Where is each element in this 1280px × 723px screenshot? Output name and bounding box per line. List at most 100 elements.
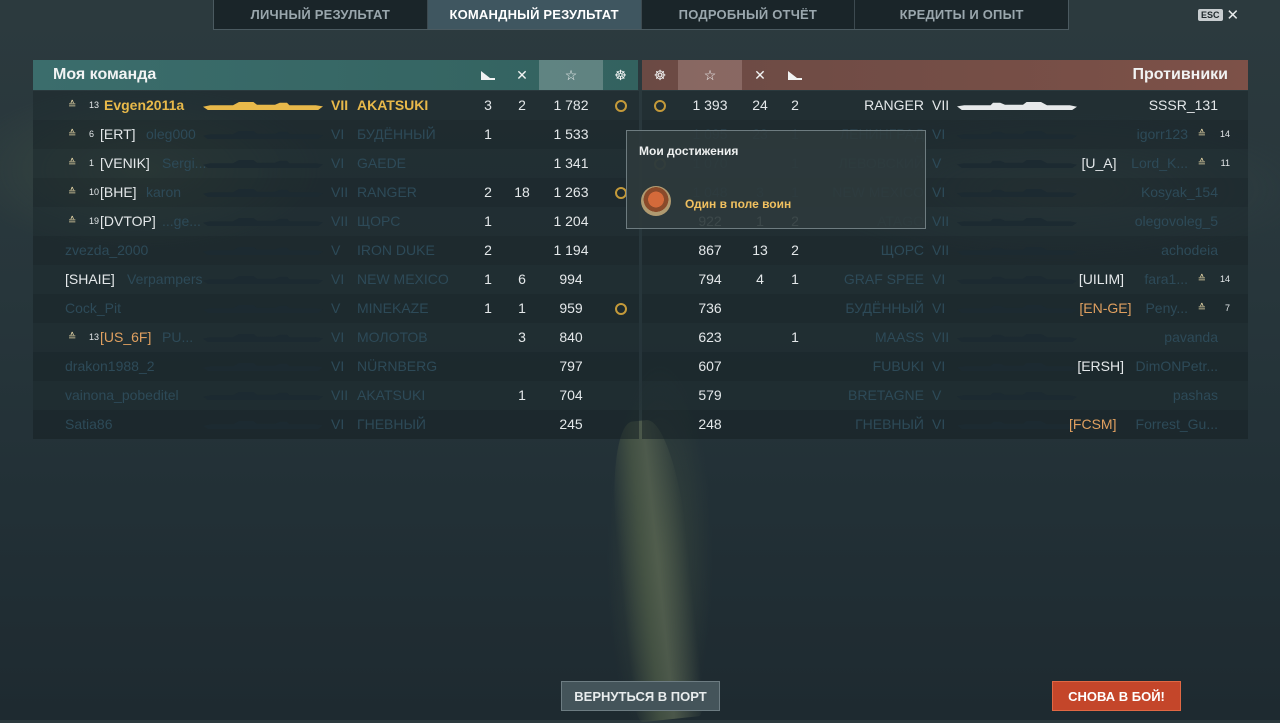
ship-sunk-icon[interactable] [778, 60, 812, 90]
ship-silhouette-icon [203, 305, 323, 313]
ship-name: RANGER [357, 184, 417, 200]
base-xp: 736 [698, 300, 722, 316]
my-team-header: Моя команда ✕ ☆ ☸ [33, 60, 638, 90]
base-xp: 1 263 [553, 184, 589, 200]
enemy-player-row[interactable]: 623 1 MAASS VII pavanda [642, 323, 1248, 352]
ships-sunk-count: 2 [484, 242, 492, 258]
enemy-player-row[interactable]: 1 393 24 2 RANGER VII SSSR_131 [642, 91, 1248, 120]
player-name: olegovoleg_5 [1134, 213, 1218, 229]
player-row[interactable]: Satia86 VI ГНЕВНЫЙ 245 [33, 410, 639, 439]
tab-detailed-report[interactable]: ПОДРОБНЫЙ ОТЧЁТ [642, 0, 856, 29]
tab-credits-xp[interactable]: КРЕДИТЫ И ОПЫТ [855, 0, 1068, 29]
base-xp: 1 194 [553, 242, 589, 258]
ship-name: MINEKAZE [357, 300, 429, 316]
rank-chevron-icon: ≙ [68, 158, 77, 169]
ship-silhouette-icon [203, 392, 323, 400]
ships-sunk-count [471, 352, 505, 381]
kills-count: 13 [752, 242, 768, 258]
kills-count: 18 [514, 184, 530, 200]
capture-icon[interactable]: ☸ [603, 60, 638, 90]
ship-silhouette-icon [957, 334, 1077, 342]
player-row[interactable]: ≙ 13 [US_6F] PU... VI МОЛОТОВ 3 840 [33, 323, 639, 352]
clan-tag: [US_6F] [100, 329, 152, 345]
ship-silhouette-icon [957, 276, 1077, 284]
player-row[interactable]: [SHAIE] Verpampers VI NEW MEXICO 1 6 994 [33, 265, 639, 294]
enemy-player-row[interactable]: 867 13 2 ЩОРС VII achodeia [642, 236, 1248, 265]
ship-name: GAEDE [357, 155, 407, 171]
player-name: Cock_Pit [65, 300, 122, 316]
ship-name: NÜRNBERG [357, 358, 438, 374]
battle-again-button[interactable]: СНОВА В БОЙ! [1052, 681, 1181, 711]
enemy-player-row[interactable]: 794 4 1 GRAF SPEE VI fara1... [UILIM] ≙ 14 [642, 265, 1248, 294]
rank-number: 14 [1219, 274, 1230, 284]
player-name: Kosyak_154 [1140, 184, 1218, 200]
kills-count [742, 323, 778, 352]
close-button[interactable]: ESC ✕ [1198, 6, 1239, 24]
player-row[interactable]: vainona_pobeditel VII AKATSUKI 1 704 [33, 381, 639, 410]
ship-silhouette-icon [203, 189, 323, 197]
enemy-player-row[interactable]: 607 FUBUKI VI DimONPetr... [ERSH] [642, 352, 1248, 381]
player-row[interactable]: ≙ 19 [DVTOP] ...ge... VII ЩОРС 1 1 204 [33, 207, 639, 236]
ship-tier: V [932, 155, 942, 171]
achievement-medal-icon [641, 186, 671, 216]
base-xp: 1 533 [553, 126, 589, 142]
player-row[interactable]: ≙ 1 [VENIK] Sergi... VI GAEDE 1 341 [33, 149, 639, 178]
results-tabs: ЛИЧНЫЙ РЕЗУЛЬТАТ КОМАНДНЫЙ РЕЗУЛЬТАТ ПОД… [213, 0, 1069, 30]
base-xp: 994 [559, 271, 583, 287]
kills-icon[interactable]: ✕ [742, 60, 778, 90]
tab-personal-result[interactable]: ЛИЧНЫЙ РЕЗУЛЬТАТ [214, 0, 428, 29]
base-xp: 1 204 [553, 213, 589, 229]
player-row[interactable]: ≙ 6 [ERT] oleg000 VI БУДЁННЫЙ 1 1 533 [33, 120, 639, 149]
rank-number: 10 [89, 187, 100, 197]
base-xp: 245 [559, 416, 583, 432]
capture-icon[interactable]: ☸ [642, 60, 678, 90]
player-row[interactable]: Cock_Pit V MINEKAZE 1 1 959 [33, 294, 639, 323]
ship-name: RANGER [864, 97, 924, 113]
my-team-title: Моя команда [53, 66, 157, 83]
enemy-player-row[interactable]: 248 ГНЕВНЫЙ VI Forrest_Gu... [FCSM] [642, 410, 1248, 439]
ship-tier: VII [331, 387, 349, 403]
rank-chevron-icon: ≙ [68, 332, 77, 343]
ship-tier: V [331, 300, 341, 316]
ships-sunk-count [471, 381, 505, 410]
ship-tier: VI [331, 329, 345, 345]
star-icon[interactable]: ☆ [539, 60, 603, 90]
ship-tier: VI [932, 416, 946, 432]
tab-team-result[interactable]: КОМАНДНЫЙ РЕЗУЛЬТАТ [427, 0, 642, 29]
kills-count: 1 [518, 300, 526, 316]
kills-count [742, 410, 778, 439]
ship-sunk-icon[interactable] [471, 60, 505, 90]
ships-sunk-count [778, 352, 812, 381]
achievement-name: Один в поле воин [685, 197, 792, 211]
ship-tier: VI [932, 184, 946, 200]
ship-silhouette-icon [957, 189, 1077, 197]
player-row[interactable]: zvezda_2000 V IRON DUKE 2 1 194 [33, 236, 639, 265]
kills-icon[interactable]: ✕ [505, 60, 539, 90]
enemy-player-row[interactable]: 736 БУДЁННЫЙ VI Peny... [EN-GE] ≙ 7 [642, 294, 1248, 323]
enemy-player-row[interactable]: 579 BRETAGNE Vpashas [642, 381, 1248, 410]
capture-flag-icon [603, 91, 638, 120]
kills-count [505, 410, 539, 439]
player-row[interactable]: ≙ 13 Evgen2011a VII AKATSUKI 3 2 1 782 [33, 91, 639, 120]
ship-name: БУДЁННЫЙ [357, 126, 436, 142]
player-name: Evgen2011a [104, 97, 185, 113]
star-icon[interactable]: ☆ [678, 60, 742, 90]
rank-number: 14 [1219, 129, 1230, 139]
ship-name: ЩОРС [880, 242, 924, 258]
clan-tag: [EN-GE] [1079, 300, 1132, 316]
player-name: Satia86 [65, 416, 113, 432]
ship-silhouette-icon [203, 102, 323, 110]
ship-tier: VI [331, 271, 345, 287]
rank-number: 19 [89, 216, 100, 226]
player-row[interactable]: drakon1988_2 VI NÜRNBERG 797 [33, 352, 639, 381]
ships-sunk-count: 1 [484, 300, 492, 316]
kills-count: 4 [756, 271, 764, 287]
clan-tag: [VENIK] [100, 155, 150, 171]
clan-tag: [UILIM] [1078, 271, 1124, 287]
kills-count [742, 381, 778, 410]
player-row[interactable]: ≙ 10 [BHE] karon VII RANGER 2 18 1 263 [33, 178, 639, 207]
ship-tier: V [331, 242, 341, 258]
ship-silhouette-icon [957, 363, 1077, 371]
return-to-port-button[interactable]: ВЕРНУТЬСЯ В ПОРТ [561, 681, 720, 711]
base-xp: 1 341 [553, 155, 589, 171]
